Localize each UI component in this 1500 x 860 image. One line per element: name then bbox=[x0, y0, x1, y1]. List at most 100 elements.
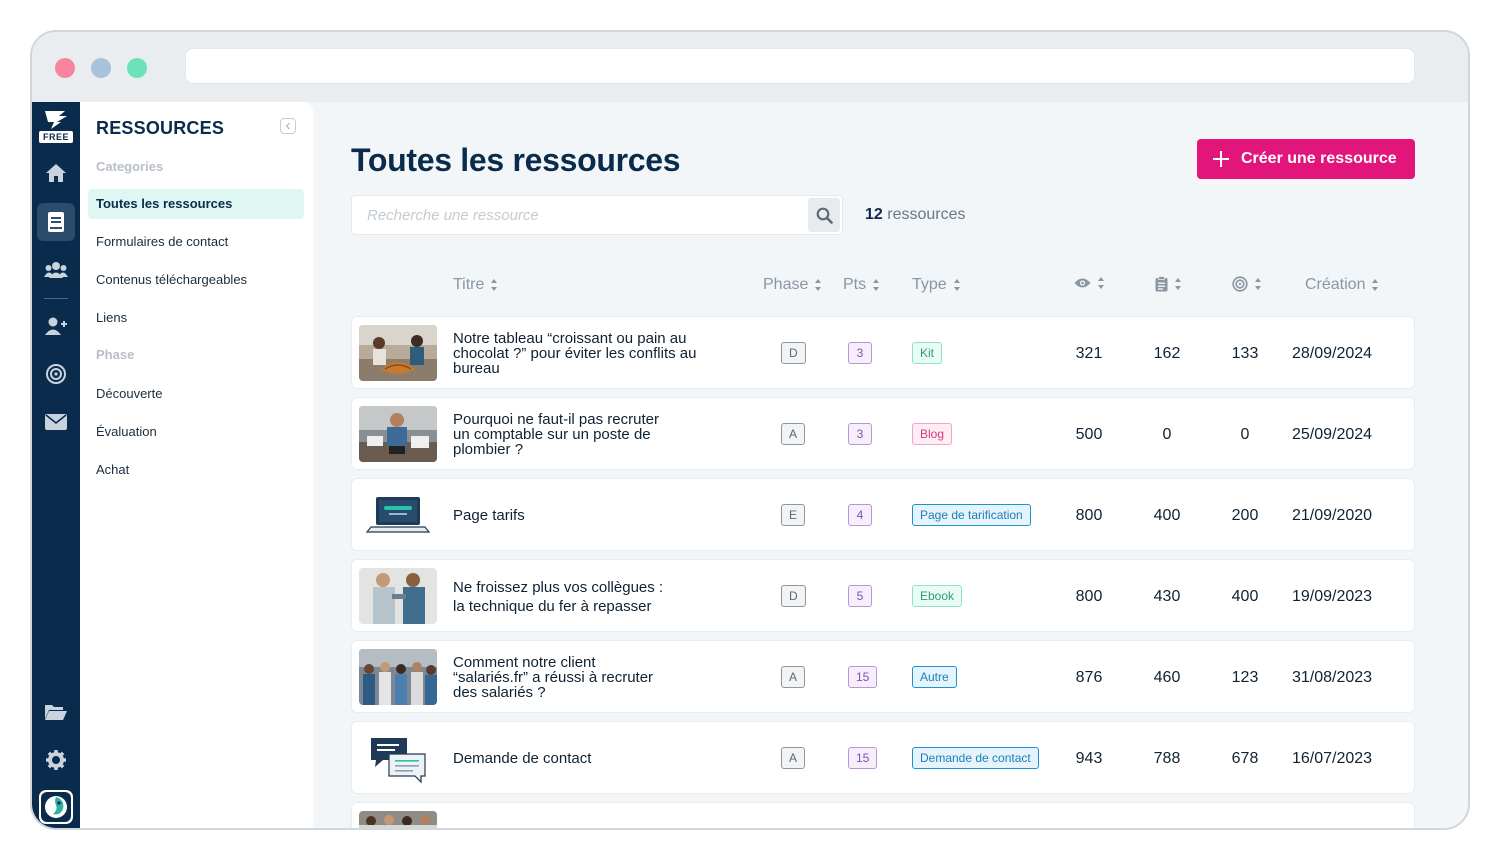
phase-badge bbox=[781, 828, 805, 830]
column-header-creation[interactable]: Création bbox=[1305, 276, 1379, 294]
rail-mail[interactable] bbox=[37, 403, 75, 441]
phase-badge: A bbox=[781, 747, 806, 769]
resource-count-value: 12 bbox=[865, 206, 883, 223]
resource-thumbnail bbox=[359, 730, 437, 786]
search-input[interactable] bbox=[353, 197, 805, 233]
sidebar-item-links[interactable]: Liens bbox=[88, 303, 304, 333]
conversions-count: 0 bbox=[1240, 426, 1250, 443]
resource-title[interactable]: Comment notre client “salariés.fr” a réus… bbox=[453, 641, 723, 714]
resource-title[interactable]: Notre tableau “croissant ou pain au choco… bbox=[453, 317, 723, 390]
creation-date: 31/08/2023 bbox=[1292, 669, 1373, 686]
rail-home[interactable] bbox=[37, 154, 75, 192]
views-count: 500 bbox=[1075, 426, 1103, 443]
chevron-left-icon bbox=[285, 122, 290, 130]
resource-thumbnail bbox=[359, 487, 437, 543]
laptop-icon bbox=[359, 487, 437, 543]
section-categories: Categories bbox=[96, 159, 164, 174]
table-row[interactable]: Demande de contact A 15 Demande de conta… bbox=[351, 721, 1415, 794]
column-header-views[interactable] bbox=[1074, 276, 1105, 290]
sort-icon bbox=[491, 279, 498, 291]
conversions-count: 123 bbox=[1231, 669, 1259, 686]
main-content: Toutes les ressources Créer une ressourc… bbox=[313, 102, 1468, 830]
table-row[interactable]: Pourquoi ne faut-il pas recruter un compt… bbox=[351, 397, 1415, 470]
resource-thumbnail bbox=[359, 649, 437, 705]
table-row[interactable]: Ne froissez plus vos collègues : la techn… bbox=[351, 559, 1415, 632]
avatar-logo-icon bbox=[41, 792, 71, 822]
sidebar-item-downloadable-content[interactable]: Contenus téléchargeables bbox=[88, 265, 304, 295]
points-badge bbox=[848, 828, 872, 830]
column-header-conversions[interactable] bbox=[1232, 276, 1262, 292]
sidebar-item-discovery[interactable]: Découverte bbox=[88, 379, 304, 409]
points-badge: 15 bbox=[848, 666, 878, 688]
app: FREE RESSOURCES Categories Toutes les re… bbox=[32, 102, 1468, 830]
team-photo-icon bbox=[359, 649, 437, 705]
resource-title[interactable]: Demande de contact bbox=[453, 722, 723, 795]
sidebar-item-purchase[interactable]: Achat bbox=[88, 455, 304, 485]
column-header-type[interactable]: Type bbox=[912, 276, 961, 294]
maximize-window-button[interactable] bbox=[127, 58, 147, 78]
resource-count: 12 ressources bbox=[865, 206, 966, 224]
home-icon bbox=[46, 164, 66, 182]
resource-thumbnail bbox=[359, 325, 437, 381]
conversions-count: 200 bbox=[1231, 507, 1259, 524]
sidebar-item-all-resources[interactable]: Toutes les ressources bbox=[88, 189, 304, 219]
creation-date: 25/09/2024 bbox=[1292, 426, 1373, 443]
create-resource-button[interactable]: Créer une ressource bbox=[1197, 139, 1415, 179]
sidebar-item-contact-forms[interactable]: Formulaires de contact bbox=[88, 227, 304, 257]
user-avatar[interactable] bbox=[39, 790, 73, 824]
column-header-phase[interactable]: Phase bbox=[763, 276, 822, 294]
type-badge: Autre bbox=[912, 666, 957, 688]
address-bar[interactable] bbox=[185, 48, 1415, 84]
page-title: Toutes les ressources bbox=[351, 142, 681, 178]
conversions-count: 133 bbox=[1231, 345, 1259, 362]
type-badge bbox=[912, 828, 952, 830]
table-row[interactable]: Page tarifs E 4 Page de tarification 800… bbox=[351, 478, 1415, 551]
sort-icon bbox=[953, 279, 960, 291]
minimize-window-button[interactable] bbox=[91, 58, 111, 78]
downloads-count: 0 bbox=[1162, 426, 1172, 443]
search-button[interactable] bbox=[808, 198, 840, 232]
rail-contacts[interactable] bbox=[37, 251, 75, 289]
column-header-title[interactable]: Titre bbox=[453, 276, 498, 294]
resource-thumbnail bbox=[359, 568, 437, 624]
browser-window: FREE RESSOURCES Categories Toutes les re… bbox=[30, 30, 1470, 830]
sort-icon bbox=[873, 279, 880, 291]
column-header-points[interactable]: Pts bbox=[843, 276, 880, 294]
downloads-count: 460 bbox=[1153, 669, 1181, 686]
rail-targets[interactable] bbox=[37, 355, 75, 393]
sidebar-item-evaluation[interactable]: Évaluation bbox=[88, 417, 304, 447]
phase-badge: A bbox=[781, 423, 806, 445]
icon-rail: FREE bbox=[32, 102, 80, 828]
points-badge: 4 bbox=[848, 504, 872, 526]
type-badge: Demande de contact bbox=[912, 747, 1039, 769]
type-badge: Page de tarification bbox=[912, 504, 1031, 526]
resource-count-label: ressources bbox=[882, 206, 966, 223]
points-badge: 3 bbox=[848, 342, 872, 364]
resource-title[interactable]: Pourquoi ne faut-il pas recruter un compt… bbox=[453, 398, 723, 471]
sort-icon bbox=[1255, 278, 1261, 290]
resource-thumbnail bbox=[359, 811, 437, 828]
rail-resources[interactable] bbox=[37, 203, 75, 241]
creation-date: 19/09/2023 bbox=[1292, 588, 1373, 605]
table-row[interactable] bbox=[351, 802, 1415, 830]
column-header-downloads[interactable] bbox=[1155, 276, 1182, 292]
rail-folders[interactable] bbox=[37, 693, 75, 731]
sort-icon bbox=[1175, 278, 1181, 290]
table-row[interactable]: Comment notre client “salariés.fr” a réus… bbox=[351, 640, 1415, 713]
phase-badge: D bbox=[781, 342, 806, 364]
downloads-count: 430 bbox=[1153, 588, 1181, 605]
creation-date: 21/09/2020 bbox=[1292, 507, 1373, 524]
browser-chrome bbox=[32, 32, 1468, 102]
rail-settings[interactable] bbox=[37, 741, 75, 779]
views-count: 800 bbox=[1075, 588, 1103, 605]
collapse-sidebar-button[interactable] bbox=[280, 118, 296, 134]
views-count: 943 bbox=[1075, 750, 1103, 767]
resource-title[interactable]: Page tarifs bbox=[453, 479, 723, 552]
rail-add-user[interactable] bbox=[37, 307, 75, 345]
mail-icon bbox=[45, 414, 67, 430]
resource-title[interactable]: Ne froissez plus vos collègues : la techn… bbox=[453, 560, 723, 633]
table-row[interactable]: Notre tableau “croissant ou pain au choco… bbox=[351, 316, 1415, 389]
sort-icon bbox=[815, 279, 822, 291]
phase-badge: E bbox=[781, 504, 806, 526]
close-window-button[interactable] bbox=[55, 58, 75, 78]
